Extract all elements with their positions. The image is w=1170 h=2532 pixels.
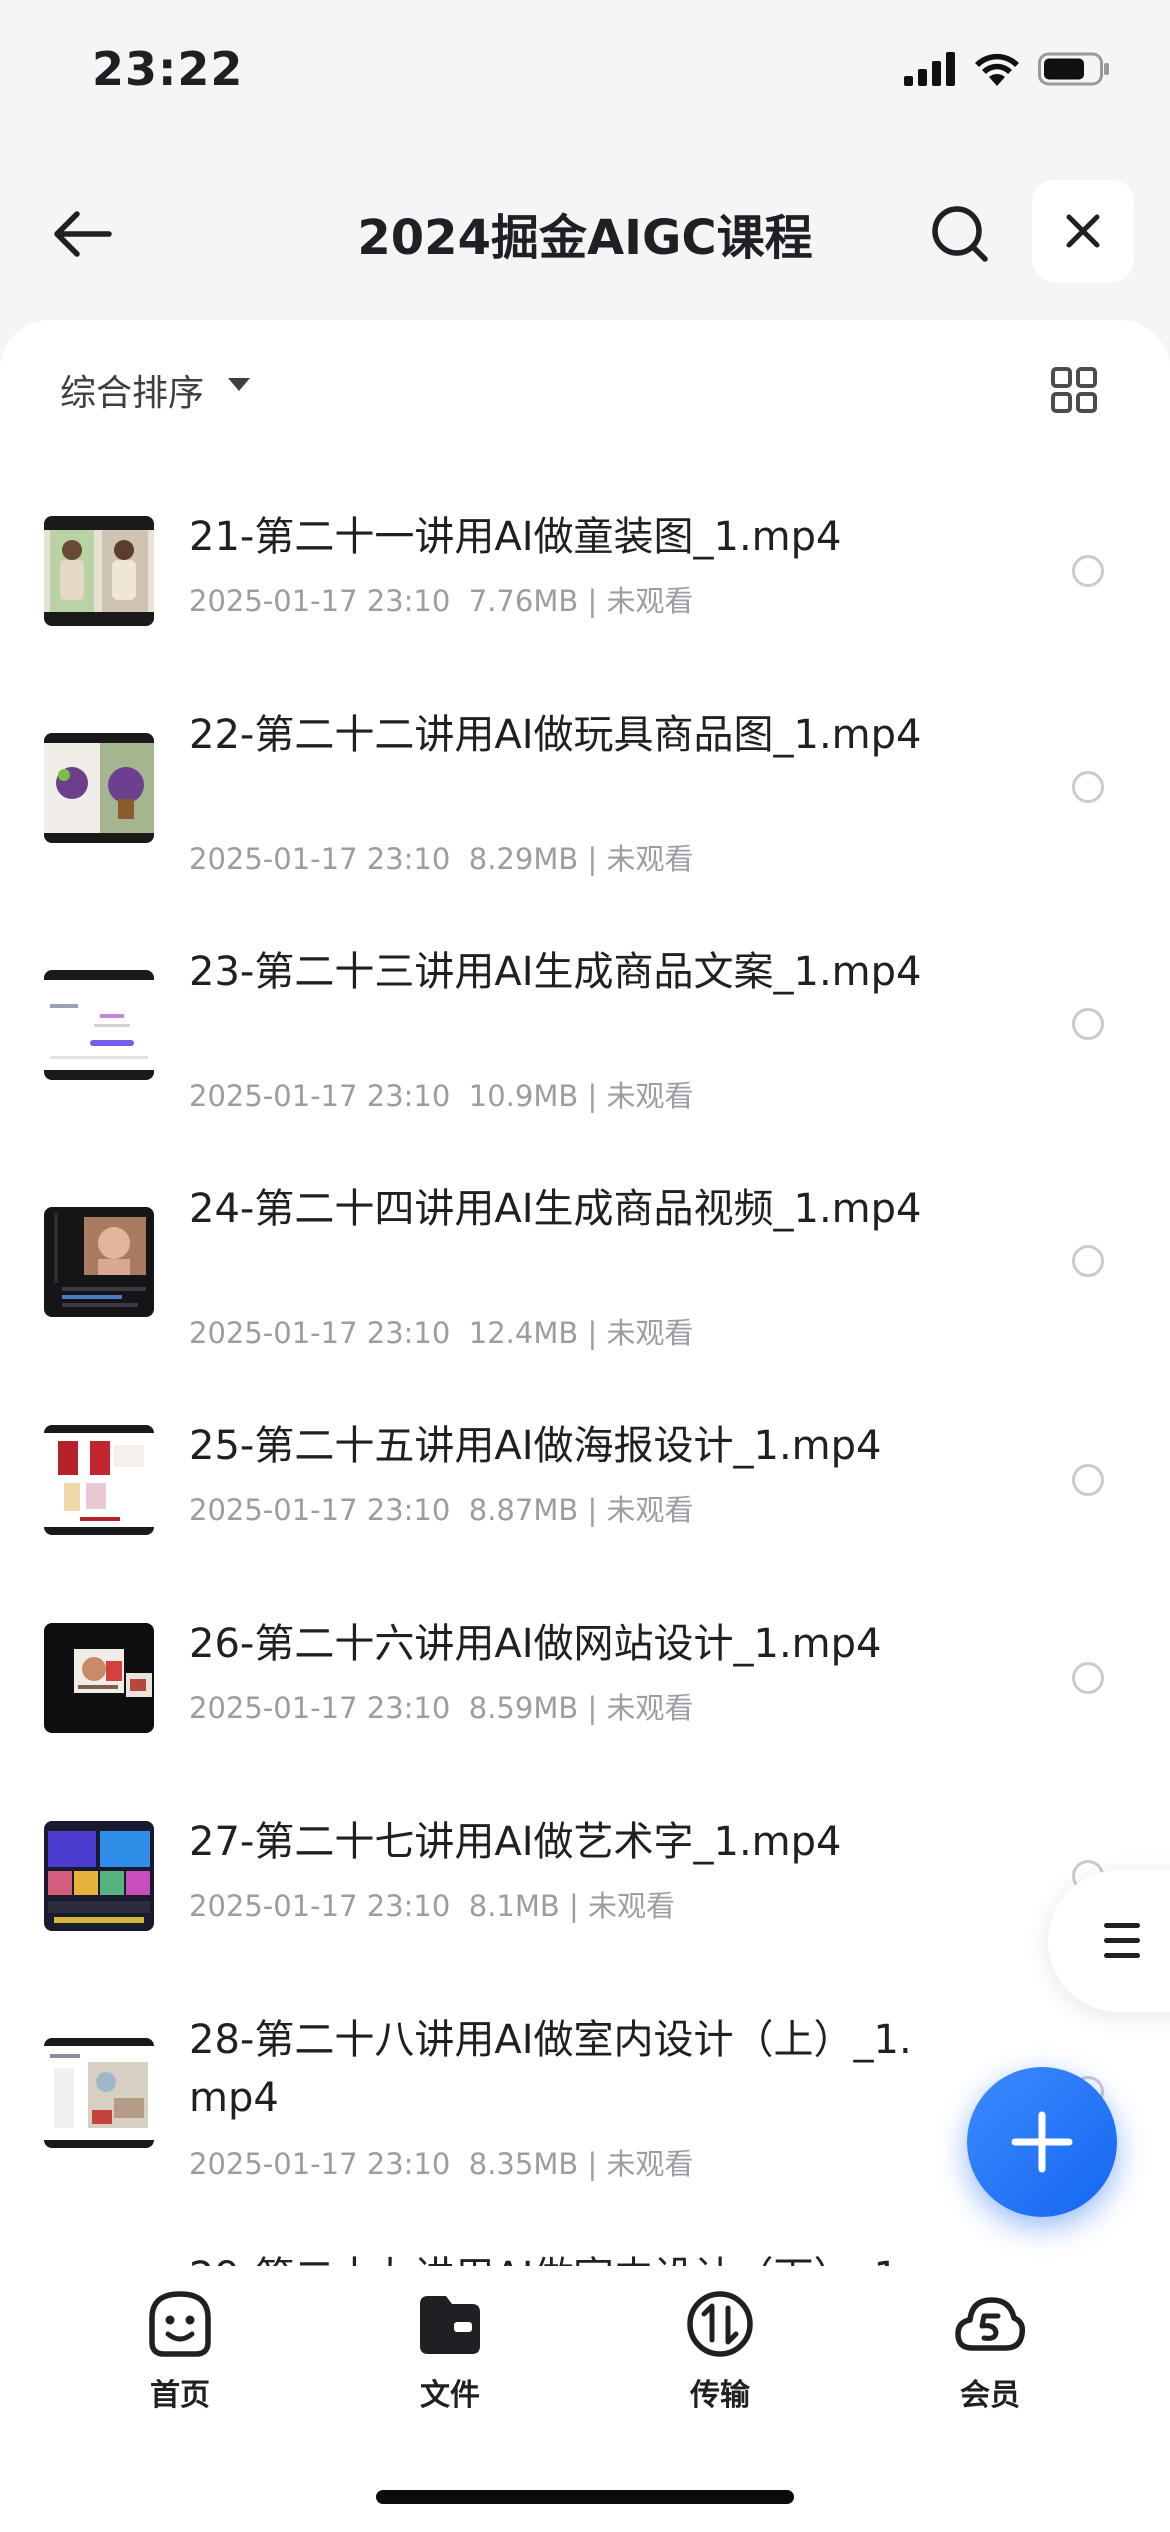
select-radio[interactable] — [1072, 1662, 1104, 1694]
status-bar: 23:22 — [0, 0, 1170, 140]
sort-toolbar: 综合排序 — [0, 320, 1170, 460]
video-thumbnail — [44, 1425, 154, 1535]
file-meta: 2025-01-17 23:10 8.35MB | 未观看 — [189, 2147, 694, 2181]
file-date: 2025-01-17 23:10 — [189, 1493, 451, 1527]
tab-home[interactable]: 首页 — [80, 2288, 280, 2428]
smile-face-icon — [149, 2291, 211, 2357]
file-meta: 2025-01-17 23:10 8.1MB | 未观看 — [189, 1889, 676, 1923]
file-meta: 2025-01-17 23:10 10.9MB | 未观看 — [189, 1079, 694, 1113]
file-size: 12.4MB — [468, 1316, 579, 1350]
file-date: 2025-01-17 23:10 — [189, 1316, 451, 1350]
folder-icon — [420, 2296, 480, 2354]
tab-label: 文件 — [420, 2378, 480, 2413]
transfer-icon — [687, 2291, 753, 2357]
file-size: 7.76MB — [468, 584, 579, 618]
watch-status: 未观看 — [606, 2147, 694, 2181]
tab-vip[interactable]: 会员 — [890, 2288, 1090, 2428]
video-thumbnail — [44, 1821, 154, 1931]
nav-bar: 2024掘金AIGC课程 — [0, 170, 1170, 290]
file-name: 21-第二十一讲用AI做童装图_1.mp4 — [189, 514, 842, 560]
signal-icon — [904, 52, 955, 86]
file-name: 25-第二十五讲用AI做海报设计_1.mp4 — [189, 1423, 882, 1469]
status-icons — [904, 52, 1110, 86]
watch-status: 未观看 — [606, 584, 694, 618]
file-size: 8.1MB — [468, 1889, 560, 1923]
select-radio[interactable] — [1072, 1008, 1104, 1040]
file-size: 8.59MB — [468, 1691, 579, 1725]
file-date: 2025-01-17 23:10 — [189, 842, 451, 876]
arrow-left-icon — [54, 211, 112, 257]
file-meta: 2025-01-17 23:10 8.87MB | 未观看 — [189, 1493, 694, 1527]
plus-icon — [1011, 2111, 1073, 2173]
back-button[interactable] — [40, 192, 124, 276]
grid-view-icon[interactable] — [1050, 366, 1098, 414]
file-row[interactable]: 26-第二十六讲用AI做网站设计_1.mp4 2025-01-17 23:10 … — [0, 1577, 1170, 1775]
watch-status: 未观看 — [606, 1691, 694, 1725]
file-row[interactable]: 25-第二十五讲用AI做海报设计_1.mp4 2025-01-17 23:10 … — [0, 1379, 1170, 1577]
status-time: 23:22 — [92, 42, 244, 96]
file-size: 8.87MB — [468, 1493, 579, 1527]
file-row[interactable]: 27-第二十七讲用AI做艺术字_1.mp4 2025-01-17 23:10 8… — [0, 1775, 1170, 1973]
file-name: 28-第二十八讲用AI做室内设计（上）_1.mp4 — [189, 2017, 912, 2121]
sort-dropdown[interactable]: 综合排序 — [60, 364, 204, 416]
tab-label: 首页 — [150, 2378, 210, 2413]
video-thumbnail — [44, 970, 154, 1080]
watch-status: 未观看 — [606, 842, 694, 876]
video-thumbnail — [44, 516, 154, 626]
add-button[interactable] — [967, 2067, 1117, 2217]
file-meta: 2025-01-17 23:10 8.59MB | 未观看 — [189, 1691, 694, 1725]
file-date: 2025-01-17 23:10 — [189, 2147, 451, 2181]
tab-transfer[interactable]: 传输 — [620, 2288, 820, 2428]
file-meta: 2025-01-17 23:10 7.76MB | 未观看 — [189, 584, 694, 618]
file-row[interactable]: 23-第二十三讲用AI生成商品文案_1.mp4 2025-01-17 23:10… — [0, 905, 1170, 1142]
file-date: 2025-01-17 23:10 — [189, 1691, 451, 1725]
watch-status: 未观看 — [606, 1493, 694, 1527]
file-row[interactable]: 22-第二十二讲用AI做玩具商品图_1.mp4 2025-01-17 23:10… — [0, 668, 1170, 905]
file-name: 27-第二十七讲用AI做艺术字_1.mp4 — [189, 1819, 842, 1865]
select-radio[interactable] — [1072, 771, 1104, 803]
file-list: 21-第二十一讲用AI做童装图_1.mp4 2025-01-17 23:10 7… — [0, 470, 1170, 2270]
select-radio[interactable] — [1072, 1464, 1104, 1496]
home-indicator — [376, 2490, 794, 2504]
close-icon — [1066, 214, 1100, 248]
tab-files[interactable]: 文件 — [350, 2288, 550, 2428]
video-thumbnail — [44, 1207, 154, 1317]
file-size: 8.29MB — [468, 842, 579, 876]
video-thumbnail — [44, 1623, 154, 1733]
battery-icon — [1038, 52, 1109, 86]
search-icon — [932, 206, 988, 262]
file-name: 22-第二十二讲用AI做玩具商品图_1.mp4 — [189, 712, 922, 758]
file-meta: 2025-01-17 23:10 12.4MB | 未观看 — [189, 1316, 694, 1350]
file-row[interactable]: 24-第二十四讲用AI生成商品视频_1.mp4 2025-01-17 23:10… — [0, 1142, 1170, 1379]
search-button[interactable] — [920, 194, 1000, 274]
select-radio[interactable] — [1072, 555, 1104, 587]
file-date: 2025-01-17 23:10 — [189, 1889, 451, 1923]
menu-icon — [1104, 1923, 1140, 1958]
file-row[interactable]: 21-第二十一讲用AI做童装图_1.mp4 2025-01-17 23:10 7… — [0, 470, 1170, 668]
tab-label: 会员 — [960, 2378, 1020, 2413]
file-size: 8.35MB — [468, 2147, 579, 2181]
watch-status: 未观看 — [606, 1316, 694, 1350]
file-meta: 2025-01-17 23:10 8.29MB | 未观看 — [189, 842, 694, 876]
file-date: 2025-01-17 23:10 — [189, 1079, 451, 1113]
caret-down-icon[interactable] — [228, 378, 250, 391]
cloud-vip-icon — [955, 2297, 1026, 2351]
file-sheet: 综合排序 21-第二十一讲用AI做童装图_1.mp4 2025-01-17 23… — [0, 320, 1170, 2270]
video-thumbnail — [44, 2038, 154, 2148]
video-thumbnail — [44, 733, 154, 843]
file-name: 24-第二十四讲用AI生成商品视频_1.mp4 — [189, 1186, 922, 1232]
file-name: 26-第二十六讲用AI做网站设计_1.mp4 — [189, 1621, 882, 1667]
select-radio[interactable] — [1072, 1245, 1104, 1277]
file-size: 10.9MB — [468, 1079, 579, 1113]
file-row[interactable]: 29-第二十九讲用AI做室内设计（下）_1.mp4 — [0, 2210, 1170, 2270]
file-name: 23-第二十三讲用AI生成商品文案_1.mp4 — [189, 949, 922, 995]
file-date: 2025-01-17 23:10 — [189, 584, 451, 618]
tab-label: 传输 — [690, 2378, 750, 2413]
close-button[interactable] — [1032, 180, 1134, 282]
wifi-icon — [975, 53, 1019, 86]
watch-status: 未观看 — [588, 1889, 676, 1923]
watch-status: 未观看 — [606, 1079, 694, 1113]
